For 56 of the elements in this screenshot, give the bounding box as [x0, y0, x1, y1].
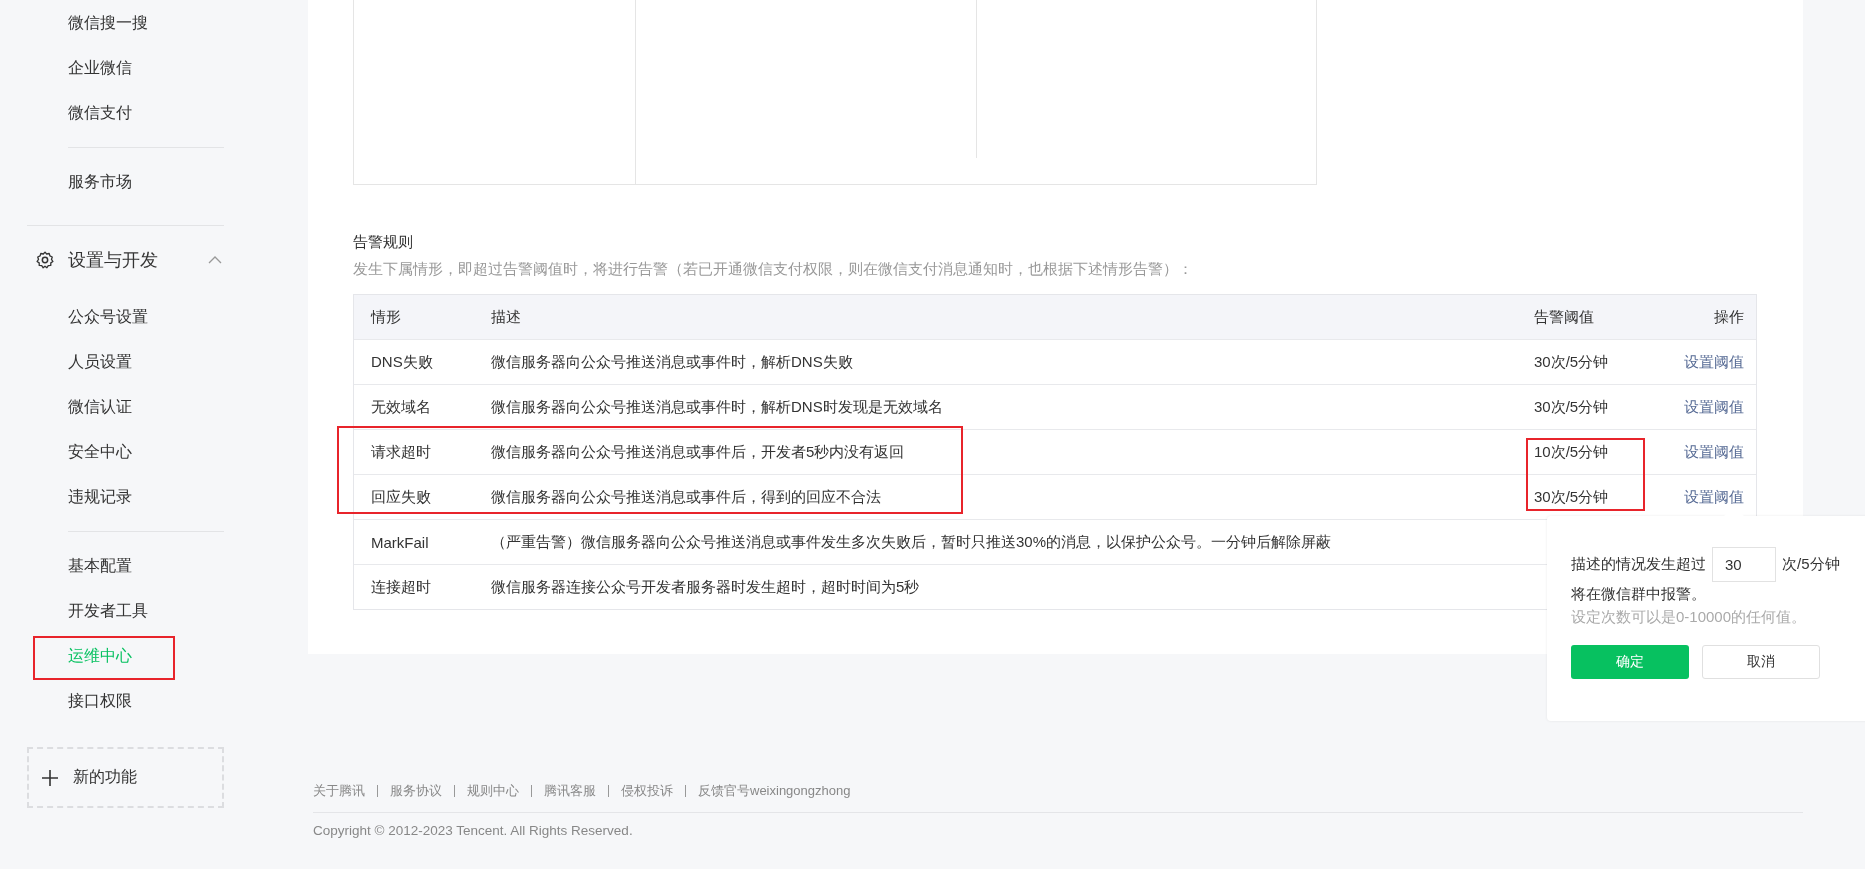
column-header: 描述 [491, 307, 521, 327]
sidebar-item[interactable]: 微信支付 [0, 90, 308, 135]
column-header: 操作 [1713, 307, 1745, 327]
table-cell: 微信服务器向公众号推送消息或事件时，解析DNS时发现是无效域名 [491, 397, 943, 417]
table-cell-text: 请求超时 [370, 442, 432, 462]
set-threshold-link[interactable]: 设置阈值 [1654, 397, 1756, 417]
table-cell-text: 30次/5分钟 [1534, 352, 1610, 372]
popover-note: 将在微信群中报警。 [1571, 585, 1707, 604]
plus-icon [41, 768, 59, 787]
column-header: 情形 [369, 307, 402, 327]
sidebar-section-header[interactable]: 设置与开发 [0, 226, 308, 294]
table-cell-text: 10次/5分钟 [1534, 442, 1610, 462]
sidebar-item[interactable]: 安全中心 [0, 429, 308, 474]
column-header: 告警阈值 [1534, 307, 1595, 327]
section-description: 发生下属情形，即超过告警阈值时，将进行告警（若已开通微信支付权限，则在微信支付消息通知时，也根据下述情形告警）： [353, 259, 1194, 279]
table-cell: 微信服务器向公众号推送消息或事件后，得到的回应不合法 [491, 487, 881, 507]
table-cell-text: MarkFail [370, 533, 430, 551]
popover-label: 描述的情况发生超过 [1571, 555, 1706, 574]
table-cell: 微信服务器向公众号推送消息或事件时，解析DNS失败 [491, 352, 853, 372]
sidebar-item[interactable]: 开发者工具 [0, 588, 308, 633]
sidebar-item[interactable]: 人员设置 [0, 339, 308, 384]
cancel-button[interactable]: 取消 [1702, 645, 1820, 679]
footer-link[interactable]: 侵权投诉 [621, 782, 673, 800]
table-cell: 微信服务器向公众号推送消息或事件后，开发者5秒内没有返回 [491, 442, 905, 462]
footer-link[interactable]: 反馈官号weixingongzhong [698, 782, 851, 800]
gear-icon [35, 250, 55, 270]
table-cell-text: 30次/5分钟 [1534, 397, 1610, 417]
sidebar-item[interactable]: 微信搜一搜 [0, 0, 308, 45]
table-cell-text: 连接超时 [370, 577, 432, 597]
sidebar-item[interactable]: 服务市场 [0, 159, 308, 204]
sidebar-item[interactable]: 企业微信 [0, 45, 308, 90]
sidebar-item[interactable]: 公众号设置 [0, 294, 308, 339]
section-title: 告警规则 [353, 232, 414, 252]
set-threshold-link[interactable]: 设置阈值 [1654, 442, 1756, 462]
chevron-icon [208, 256, 222, 264]
unit-label: 次/5分钟 [1782, 555, 1840, 574]
table-cell-text: 30次/5分钟 [1534, 487, 1610, 507]
copyright-text: Copyright © 2012-2023 Tencent. All Rights Reserved. [313, 823, 634, 838]
sidebar-item[interactable]: 微信认证 [0, 384, 308, 429]
table-cell-text: 无效域名 [370, 397, 432, 417]
table-cell-text: 回应失败 [370, 487, 432, 507]
footer-link[interactable]: 服务协议 [390, 782, 442, 800]
set-threshold-link[interactable]: 设置阈值 [1654, 487, 1756, 507]
sidebar-item[interactable]: 违规记录 [0, 474, 308, 519]
popover-hint: 设定次数可以是0-10000的任何值。 [1571, 608, 1808, 627]
footer-link[interactable]: 关于腾讯 [313, 782, 365, 800]
table-cell: （严重告警）微信服务器向公众号推送消息或事件发生多次失败后，暂时只推送30%的消息，以保护公众号。一分钟后解除屏蔽 [491, 532, 1332, 552]
sidebar-item[interactable]: 接口权限 [0, 678, 308, 723]
table-cell-text: DNS失败 [370, 352, 434, 372]
sidebar-item[interactable]: 基本配置 [0, 543, 308, 588]
threshold-input[interactable]: 30 [1712, 547, 1776, 582]
set-threshold-link[interactable]: 设置阈值 [1654, 352, 1756, 372]
table-cell: 微信服务器连接公众号开发者服务器时发生超时，超时时间为5秒 [491, 577, 920, 597]
footer-link[interactable]: 腾讯客服 [544, 782, 596, 800]
new-feature-button[interactable]: 新的功能 [27, 747, 224, 808]
footer-link[interactable]: 规则中心 [467, 782, 519, 800]
